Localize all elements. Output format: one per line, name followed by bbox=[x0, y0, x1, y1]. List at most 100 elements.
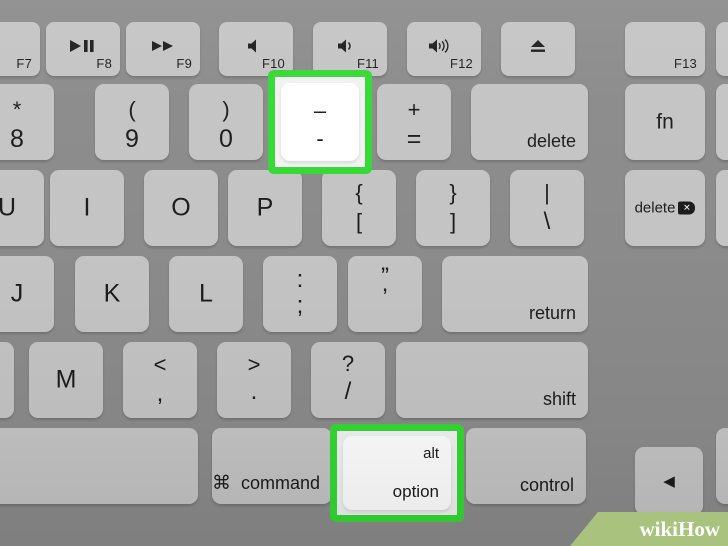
key-right-edge-bottom-partial[interactable] bbox=[716, 428, 728, 504]
key-l[interactable]: L bbox=[169, 256, 243, 332]
wikihow-text: wikiHow bbox=[639, 517, 720, 542]
key-0[interactable]: ) 0 bbox=[189, 84, 263, 160]
key-f11-label: F11 bbox=[356, 56, 379, 71]
key-8[interactable]: * 8 bbox=[0, 84, 54, 160]
key-comma[interactable]: < , bbox=[123, 342, 197, 418]
key-equals-upper: + bbox=[407, 97, 421, 123]
key-right-edge-num-partial[interactable] bbox=[716, 84, 728, 160]
mac-keyboard-image: F7 F8 F9 F10 F11 F12 F13 * 8 (9) 0 – -… bbox=[0, 0, 728, 546]
key-spacebar[interactable] bbox=[0, 428, 198, 504]
key-m-label: M bbox=[55, 365, 77, 394]
key-j[interactable]: J bbox=[0, 256, 54, 332]
key-bracket-left[interactable]: { [ bbox=[322, 170, 396, 246]
key-period-lower: . bbox=[250, 378, 258, 405]
key-9[interactable]: ( 9 bbox=[95, 84, 169, 160]
key-option-label: option bbox=[392, 482, 439, 501]
key-control-label: control bbox=[519, 475, 574, 495]
play-pause-icon bbox=[46, 38, 120, 57]
key-right-edge-qwerty-partial[interactable] bbox=[716, 170, 728, 246]
volume-up-icon-svg bbox=[429, 39, 449, 54]
key-f8-label: F8 bbox=[96, 56, 112, 71]
key-bracket-left-upper: { bbox=[355, 180, 363, 206]
key-p[interactable]: P bbox=[228, 170, 302, 246]
key-bracket-right-upper: } bbox=[449, 180, 457, 206]
key-return[interactable]: return bbox=[442, 256, 588, 332]
key-u-label: U bbox=[0, 193, 17, 222]
key-arrow-left[interactable]: ◀ bbox=[635, 447, 703, 515]
key-bracket-left-lower: [ bbox=[355, 209, 363, 235]
key-option-alt-label: alt bbox=[423, 445, 439, 462]
key-f11[interactable]: F11 bbox=[313, 22, 387, 76]
key-k[interactable]: K bbox=[75, 256, 149, 332]
minus-key-highlight: – - bbox=[268, 70, 372, 174]
key-bracket-right-lower: ] bbox=[449, 209, 457, 235]
key-return-label: return bbox=[528, 303, 576, 323]
key-equals[interactable]: + = bbox=[377, 84, 451, 160]
key-8-lower: 8 bbox=[10, 124, 24, 153]
key-delete-forward-label: delete bbox=[634, 199, 676, 217]
command-icon: ⌘ bbox=[211, 473, 231, 494]
key-j-label: J bbox=[10, 279, 24, 308]
eject-icon-svg bbox=[531, 40, 545, 53]
key-period-upper: > bbox=[247, 352, 261, 378]
play-pause-icon-svg bbox=[70, 40, 94, 53]
key-o[interactable]: O bbox=[144, 170, 218, 246]
key-quote[interactable]: ” ’ bbox=[348, 256, 422, 332]
key-equals-lower: = bbox=[406, 124, 422, 153]
backspace-badge-icon: ✕ bbox=[678, 201, 696, 215]
key-f8[interactable]: F8 bbox=[46, 22, 120, 76]
key-bracket-right[interactable]: } ] bbox=[416, 170, 490, 246]
key-command-content: ⌘ command bbox=[212, 472, 320, 495]
key-i-label: I bbox=[83, 193, 91, 222]
key-m-partial[interactable] bbox=[0, 342, 14, 418]
key-right-edge-fn-partial[interactable] bbox=[716, 22, 728, 76]
key-f13-label: F13 bbox=[673, 56, 697, 71]
key-semicolon-upper: : bbox=[296, 266, 304, 294]
key-f10-label: F10 bbox=[261, 56, 285, 71]
key-i[interactable]: I bbox=[50, 170, 124, 246]
key-f13[interactable]: F13 bbox=[625, 22, 705, 76]
key-minus-upper: – bbox=[313, 98, 327, 124]
key-slash[interactable]: ? / bbox=[311, 342, 385, 418]
key-eject[interactable] bbox=[501, 22, 575, 76]
option-key-highlight: alt option bbox=[330, 424, 464, 522]
key-minus[interactable]: – - bbox=[281, 83, 359, 161]
key-f9[interactable]: F9 bbox=[126, 22, 200, 76]
eject-icon bbox=[501, 38, 575, 58]
key-0-upper: ) bbox=[222, 97, 230, 123]
key-control[interactable]: control bbox=[466, 428, 586, 504]
key-slash-upper: ? bbox=[341, 350, 355, 376]
key-semicolon[interactable]: : ; bbox=[263, 256, 337, 332]
key-backslash[interactable]: | \ bbox=[510, 170, 584, 246]
key-f10[interactable]: F10 bbox=[219, 22, 293, 76]
key-l-label: L bbox=[199, 279, 213, 308]
key-m[interactable]: M bbox=[29, 342, 103, 418]
key-command[interactable]: ⌘ command bbox=[212, 428, 332, 504]
key-shift[interactable]: shift bbox=[396, 342, 588, 418]
volume-mute-icon-svg bbox=[248, 39, 256, 53]
key-delete[interactable]: delete bbox=[471, 84, 588, 160]
key-delete-forward-content: delete ✕ bbox=[625, 200, 705, 217]
key-u[interactable]: U bbox=[0, 170, 44, 246]
key-9-upper: ( bbox=[128, 97, 136, 123]
key-f9-label: F9 bbox=[176, 56, 192, 71]
key-delete-forward[interactable]: delete ✕ bbox=[625, 170, 705, 246]
key-option[interactable]: alt option bbox=[343, 436, 451, 510]
key-f12[interactable]: F12 bbox=[407, 22, 481, 76]
key-backslash-lower: \ bbox=[543, 207, 551, 235]
key-backslash-upper: | bbox=[544, 180, 550, 206]
wikihow-text-how: How bbox=[678, 517, 720, 541]
key-f7[interactable]: F7 bbox=[0, 22, 40, 76]
key-comma-upper: < bbox=[153, 352, 167, 378]
fast-forward-icon-svg bbox=[152, 41, 173, 52]
key-semicolon-lower: ; bbox=[296, 292, 304, 319]
key-k-label: K bbox=[103, 279, 121, 308]
key-minus-lower: - bbox=[316, 126, 324, 152]
arrow-left-icon: ◀ bbox=[663, 473, 675, 490]
key-slash-lower: / bbox=[344, 378, 352, 405]
key-fn[interactable]: fn bbox=[625, 84, 705, 160]
key-period[interactable]: > . bbox=[217, 342, 291, 418]
key-f12-label: F12 bbox=[449, 56, 473, 71]
key-8-upper: * bbox=[12, 97, 22, 123]
wikihow-watermark: wikiHow bbox=[570, 512, 728, 546]
